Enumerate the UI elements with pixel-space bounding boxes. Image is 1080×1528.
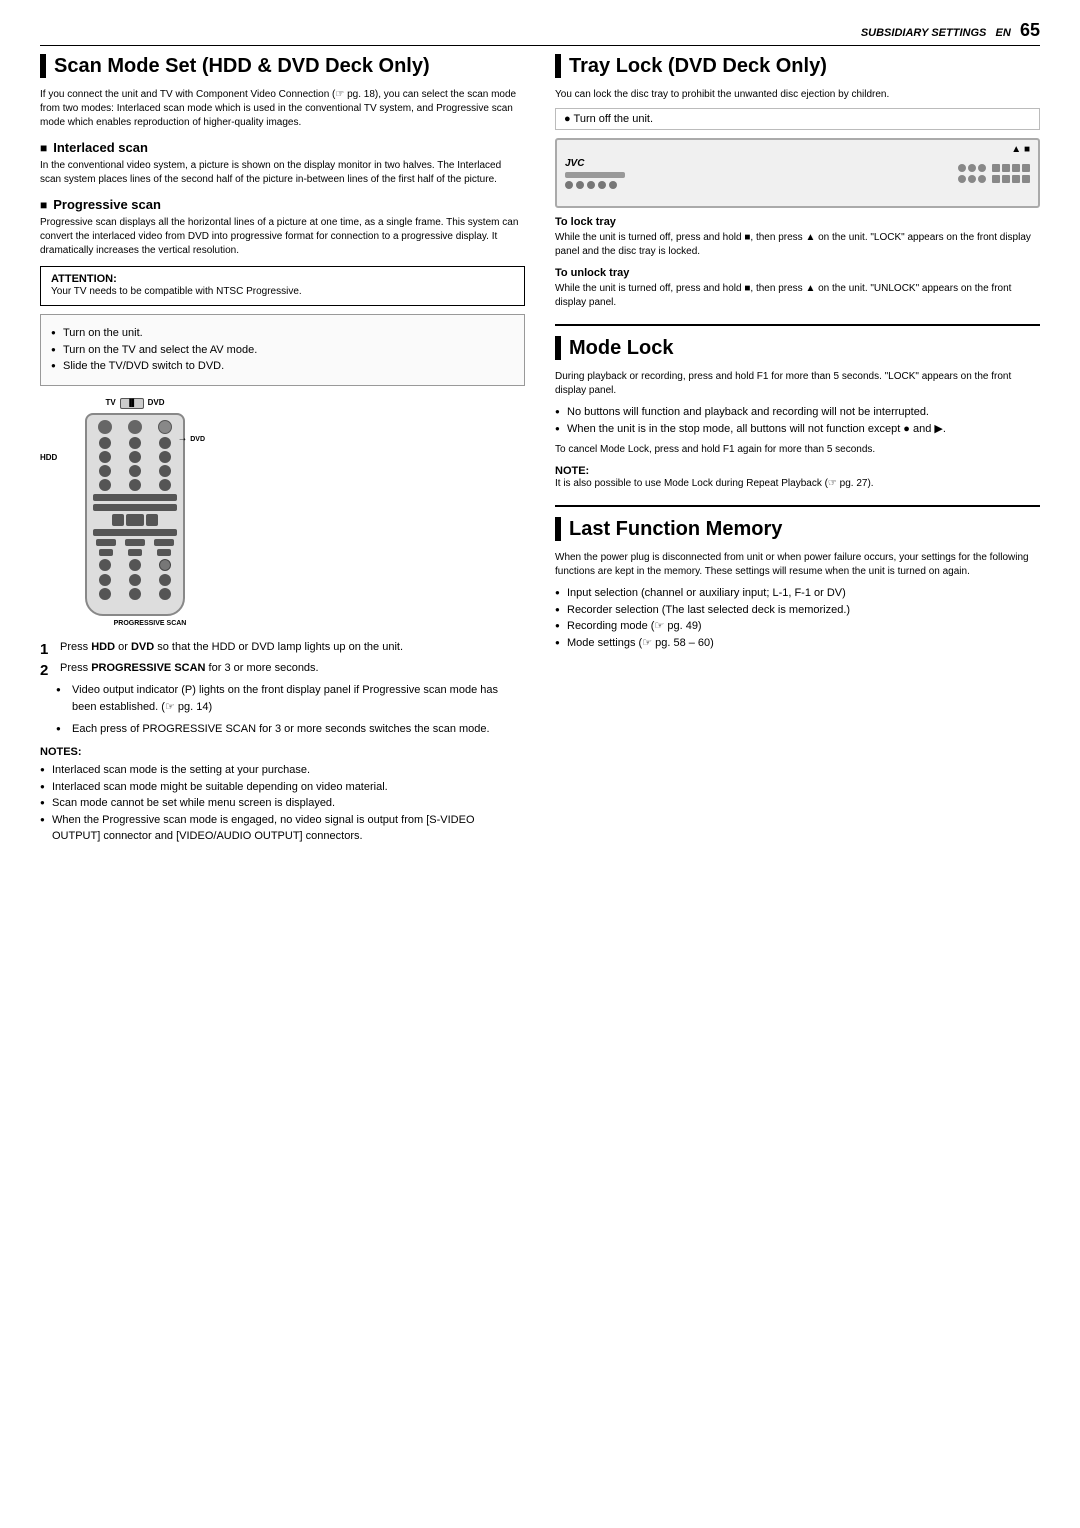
step-before-3: Slide the TV/DVD switch to DVD. [51,358,514,375]
remote-body-container: TV ▐▌ DVD → DVD [70,398,200,627]
dvd-tray [565,172,625,178]
numpad-row3 [91,465,179,477]
interlaced-scan-text: In the conventional video system, a pict… [40,159,525,187]
turn-off-bullet: ● [564,113,574,125]
mode-lock-note-title: NOTE: [555,465,589,477]
long-btn1 [93,494,177,501]
remote-diagram: HDD TV ▐▌ DVD [40,398,525,627]
note-1: Interlaced scan mode is the setting at y… [40,762,525,779]
mode-lock-note-text: It is also possible to use Mode Lock dur… [555,478,874,489]
numpad-row2 [91,451,179,463]
step-before-2: Turn on the TV and select the AV mode. [51,342,514,359]
last-function-bullet-1: Input selection (channel or auxiliary in… [555,585,1040,602]
jvc-logo: JVC [565,158,625,169]
last-function-bullet-3: Recording mode (☞ pg. 49) [555,618,1040,635]
attention-title: ATTENTION: [51,273,514,285]
turn-off-box: ● Turn off the unit. [555,108,1040,130]
progressive-scan-label: PROGRESSIVE SCAN [100,620,200,627]
last-function-bullets: Input selection (channel or auxiliary in… [555,585,1040,651]
turn-off-text: Turn off the unit. [574,113,654,125]
nav-cluster [91,514,179,526]
left-column: Scan Mode Set (HDD & DVD Deck Only) If y… [40,54,525,849]
to-lock-tray-heading: To lock tray [555,216,1040,228]
bottom-row3 [91,588,179,600]
mode-lock-bullet-1: No buttons will function and playback an… [555,404,1040,421]
mode-lock-intro: During playback or recording, press and … [555,370,1040,398]
to-unlock-tray-text: While the unit is turned off, press and … [555,282,1040,310]
note-3: Scan mode cannot be set while menu scree… [40,795,525,812]
page-header: SUBSIDIARY SETTINGS EN 65 [40,20,1040,46]
step-2-bullet-2: Each press of PROGRESSIVE SCAN for 3 or … [56,721,525,739]
section-title: SUBSIDIARY SETTINGS [861,27,987,39]
notes-section: NOTES: Interlaced scan mode is the setti… [40,746,525,845]
step-2-bullet-1: Video output indicator (P) lights on the… [56,682,525,717]
dvd-arrow: → DVD [177,433,205,444]
last-function-bullet-4: Mode settings (☞ pg. 58 – 60) [555,635,1040,652]
remote-wrapper: HDD TV ▐▌ DVD [40,398,200,627]
mode-lock-note-box: NOTE: It is also possible to use Mode Lo… [555,465,1040,491]
tray-lock-title: Tray Lock (DVD Deck Only) [555,54,1040,78]
numbered-steps: 1 Press HDD or DVD so that the HDD or DV… [40,639,525,739]
small-btn-row2 [91,549,179,556]
note-4: When the Progressive scan mode is engage… [40,812,525,845]
bottom-row2 [91,574,179,586]
long-btn3 [93,529,177,536]
attention-box: ATTENTION: Your TV needs to be compatibl… [40,266,525,306]
top-btn-row [91,420,179,434]
mode-lock-divider [555,324,1040,326]
steps-before-list: Turn on the unit. Turn on the TV and sel… [51,325,514,375]
eject-symbol: ▲ ■ [1011,144,1030,155]
btn1 [98,420,112,434]
notes-list: Interlaced scan mode is the setting at y… [40,762,525,845]
page-number: 65 [1020,20,1040,40]
mode-lock-cancel-text: To cancel Mode Lock, press and hold F1 a… [555,443,1040,457]
dvd-player-left: JVC [565,158,625,189]
lang-label: EN [996,27,1011,39]
numpad-row1 [91,437,179,449]
last-function-divider [555,505,1040,507]
steps-before-box: Turn on the unit. Turn on the TV and sel… [40,314,525,386]
btn2 [128,420,142,434]
remote-body: → DVD [85,413,185,616]
mode-lock-title: Mode Lock [555,336,1040,360]
tv-dvd-row: TV ▐▌ DVD [70,398,200,409]
bottom-row1 [91,559,179,571]
scan-mode-title: Scan Mode Set (HDD & DVD Deck Only) [40,54,525,78]
note-2: Interlaced scan mode might be suitable d… [40,779,525,796]
dvd-player-diagram: JVC [555,138,1040,208]
to-unlock-tray-heading: To unlock tray [555,267,1040,279]
progressive-scan-text: Progressive scan displays all the horizo… [40,216,525,258]
step-before-1: Turn on the unit. [51,325,514,342]
step-2-subbullets: Video output indicator (P) lights on the… [56,682,525,739]
notes-title: NOTES: [40,746,525,758]
long-btn2 [93,504,177,511]
to-lock-tray-text: While the unit is turned off, press and … [555,231,1040,259]
step-1-text: Press HDD or DVD so that the HDD or DVD … [56,641,403,653]
tray-lock-intro: You can lock the disc tray to prohibit t… [555,88,1040,102]
interlaced-scan-heading: Interlaced scan [40,140,525,155]
numpad-row4 [91,479,179,491]
attention-text: Your TV needs to be compatible with NTSC… [51,285,514,299]
last-function-bullet-2: Recorder selection (The last selected de… [555,602,1040,619]
scan-mode-intro: If you connect the unit and TV with Comp… [40,88,525,130]
mode-lock-bullets: No buttons will function and playback an… [555,404,1040,437]
progressive-scan-heading: Progressive scan [40,197,525,212]
dvd-player-right [958,164,1030,183]
small-btn-row1 [91,539,179,546]
last-function-intro: When the power plug is disconnected from… [555,551,1040,579]
main-content: Scan Mode Set (HDD & DVD Deck Only) If y… [40,54,1040,849]
last-function-title: Last Function Memory [555,517,1040,541]
tv-dvd-switch: ▐▌ [120,398,144,409]
dvd-btn-row-left [565,181,625,189]
hdd-label: HDD [40,453,57,462]
btn3 [158,420,172,434]
right-column: Tray Lock (DVD Deck Only) You can lock t… [555,54,1040,849]
mode-lock-bullet-2: When the unit is in the stop mode, all b… [555,421,1040,438]
step-2-text: Press PROGRESSIVE SCAN for 3 or more sec… [56,662,319,674]
step-1: 1 Press HDD or DVD so that the HDD or DV… [40,639,525,657]
step-2: 2 Press PROGRESSIVE SCAN for 3 or more s… [40,660,525,738]
